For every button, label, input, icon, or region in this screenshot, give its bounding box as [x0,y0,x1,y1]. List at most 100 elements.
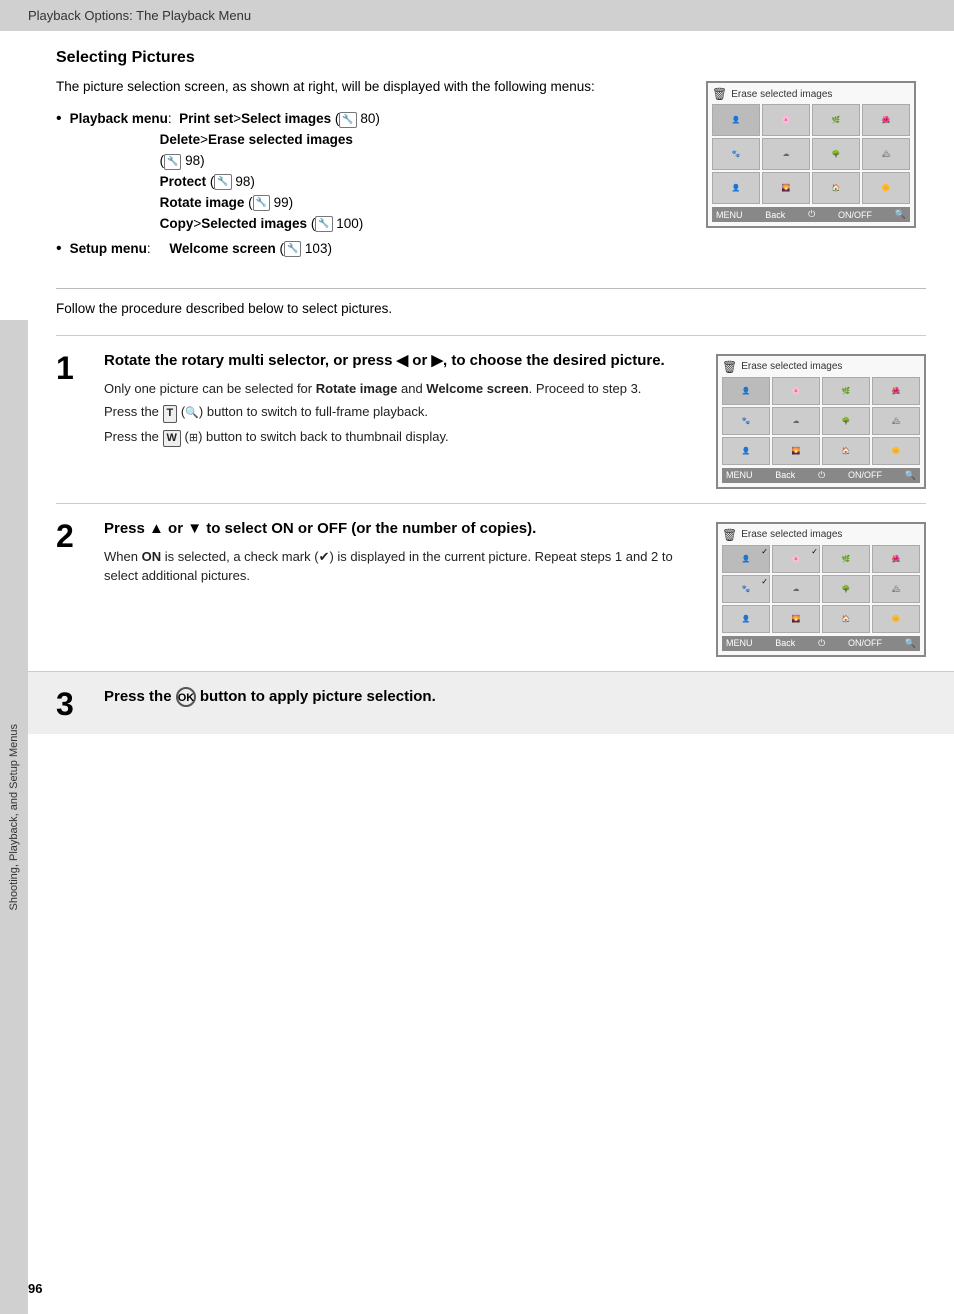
cam-thumb: 🐾 [712,138,760,170]
cam-thumb: 🌼 [862,172,910,204]
step-number-1: 1 [56,350,104,489]
cam-thumb: 👤 [722,605,770,633]
menu-item-playback: Playback menu: Print set>Select images (… [70,109,380,235]
cam-thumb: 🌳 [822,407,870,435]
step-3: 3 Press the OK button to apply picture s… [28,671,954,734]
cam-thumb: 🏔 [862,138,910,170]
cam-back-label: Back [765,210,785,220]
cam-grid-2: 👤 🌸 🌿 🌺 🐾 ☁ 🌳 🏔 👤 🌄 🏠 🌼 [722,377,920,465]
cam-thumb: 👤 [722,437,770,465]
page-header: Playback Options: The Playback Menu [0,0,954,31]
cam-thumb: 🌺 [872,377,920,405]
step-notes-1: Only one picture can be selected for Rot… [104,379,700,447]
cam-thumb: 🏠 [822,437,870,465]
cam-zoom-icon-2: 🔍 [905,470,916,481]
cam-thumb: 👤 [722,377,770,405]
cam-thumb: 👤 [712,104,760,136]
cam-thumb: 👤 [712,172,760,204]
cam-header-text-3: Erase selected images [741,529,842,540]
main-content: Selecting Pictures The picture selection… [28,31,954,794]
step-note: Only one picture can be selected for Rot… [104,379,700,399]
cam-onoff-label-2: ON/OFF [848,470,882,480]
cam-menu-label: MENU [716,210,743,220]
cam-back-label-2: Back [775,470,795,480]
cam-header-text: Erase selected images [731,89,832,100]
trash-icon-3: 🗑 [722,528,737,542]
cam-thumb: 👤 [722,545,770,573]
cam-thumb: 🌺 [872,545,920,573]
list-item: • Playback menu: Print set>Select images… [56,109,690,235]
cam-zoom-icon-3: 🔍 [905,638,916,649]
sidebar-label: Shooting, Playback, and Setup Menus [0,320,28,1314]
cam-thumb: ☁ [772,407,820,435]
intro-section: The picture selection screen, as shown a… [56,77,926,276]
camera-display-3: 🗑 Erase selected images 👤 🌸 🌿 🌺 🐾 ☁ 🌳 🏔 … [716,522,926,657]
bullet-icon: • [56,111,62,127]
cam-thumb: 🌿 [812,104,860,136]
cam-thumb: 🌸 [772,545,820,573]
cam-menu-label-2: MENU [726,470,753,480]
menu-list: • Playback menu: Print set>Select images… [56,109,690,259]
step-body-2: Press ▲ or ▼ to select ON or OFF (or the… [104,518,700,657]
bullet-icon: • [56,241,62,257]
cam-menu-label-3: MENU [726,638,753,648]
cam-thumb: 🌄 [772,437,820,465]
cam-onoff-label: ON/OFF [838,210,872,220]
step-image-1: 🗑 Erase selected images 👤 🌸 🌿 🌺 🐾 ☁ 🌳 🏔 … [716,350,926,489]
cam-zoom-icon: 🔍 [895,209,906,220]
step-number-3: 3 [56,686,104,720]
cam-thumb: 🐾 [722,407,770,435]
step-body-1: Rotate the rotary multi selector, or pre… [104,350,700,489]
step-note: Press the W (⊞) button to switch back to… [104,427,700,447]
step-note: Press the T (🔍) button to switch to full… [104,402,700,422]
cam-thumb: 🌺 [862,104,910,136]
cam-thumb: 🐾 [722,575,770,603]
cam-thumb: ☁ [762,138,810,170]
cam-thumb: 🌼 [872,605,920,633]
follow-text: Follow the procedure described below to … [56,288,926,319]
cam-onoff-icon: ⏻ [808,209,815,220]
step-1: 1 Rotate the rotary multi selector, or p… [56,335,926,503]
cam-thumb: 🌄 [762,172,810,204]
cam-thumb: 🏔 [872,407,920,435]
header-title: Playback Options: The Playback Menu [28,8,251,23]
step-image-2: 🗑 Erase selected images 👤 🌸 🌿 🌺 🐾 ☁ 🌳 🏔 … [716,518,926,657]
step-2: 2 Press ▲ or ▼ to select ON or OFF (or t… [56,503,926,671]
step-number-2: 2 [56,518,104,657]
cam-thumb: 🌸 [772,377,820,405]
cam-thumb: 🌼 [872,437,920,465]
cam-thumb: 🌸 [762,104,810,136]
sidebar-text: Shooting, Playback, and Setup Menus [8,724,20,911]
step-notes-2: When ON is selected, a check mark (✔) is… [104,547,700,586]
cam-footer-3: MENU Back ⏻ ON/OFF 🔍 [722,636,920,651]
intro-text: The picture selection screen, as shown a… [56,77,690,97]
cam-onoff-label-3: ON/OFF [848,638,882,648]
cam-back-label-3: Back [775,638,795,648]
cam-onoff-icon-3: ⏻ [818,638,825,649]
cam-thumb: ☁ [772,575,820,603]
menu-item-setup: Setup menu: Welcome screen (🔧 103) [70,239,332,260]
cam-header-2: 🗑 Erase selected images [722,360,920,374]
cam-header-1: 🗑 Erase selected images [712,87,910,101]
cam-thumb: 🌄 [772,605,820,633]
cam-thumb: 🏔 [872,575,920,603]
step-title-2: Press ▲ or ▼ to select ON or OFF (or the… [104,518,700,539]
cam-grid-3: 👤 🌸 🌿 🌺 🐾 ☁ 🌳 🏔 👤 🌄 🏠 🌼 [722,545,920,633]
trash-icon: 🗑 [712,87,727,101]
step-body-3: Press the OK button to apply picture sel… [104,686,940,720]
cam-footer-1: MENU Back ⏻ ON/OFF 🔍 [712,207,910,222]
cam-onoff-icon-2: ⏻ [818,470,825,481]
camera-display-1: 🗑 Erase selected images 👤 🌸 🌿 🌺 🐾 ☁ 🌳 🏔 … [706,81,916,228]
intro-text-col: The picture selection screen, as shown a… [56,77,690,276]
cam-thumb: 🌳 [822,575,870,603]
or-text: or [333,352,348,369]
cam-thumb: 🌳 [812,138,860,170]
cam-thumb: 🌿 [822,377,870,405]
trash-icon-2: 🗑 [722,360,737,374]
cam-thumb: 🌿 [822,545,870,573]
camera-screen-1: 🗑 Erase selected images 👤 🌸 🌿 🌺 🐾 ☁ 🌳 🏔 … [706,77,926,276]
ok-button-icon: OK [176,687,196,707]
cam-footer-2: MENU Back ⏻ ON/OFF 🔍 [722,468,920,483]
cam-thumb: 🏠 [812,172,860,204]
list-item: • Setup menu: Welcome screen (🔧 103) [56,239,690,260]
